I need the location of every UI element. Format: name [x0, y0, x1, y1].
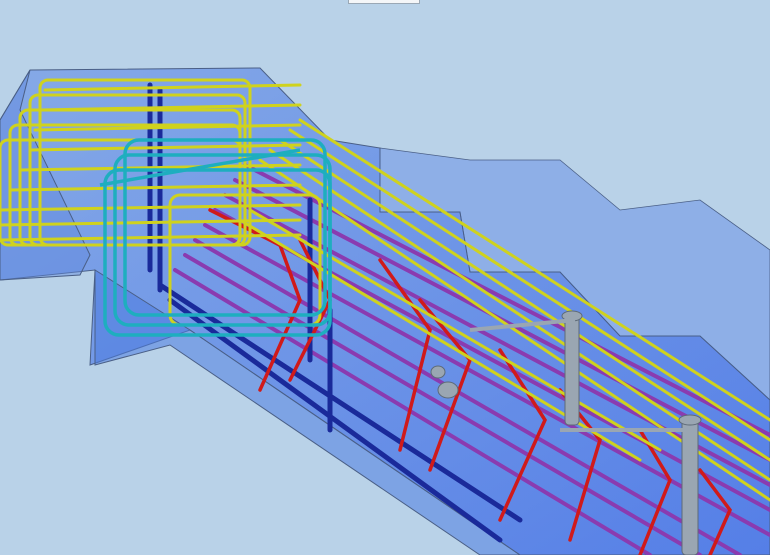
- 3d-viewport[interactable]: [0, 0, 770, 555]
- viewport-tab[interactable]: [348, 0, 420, 4]
- rebar-model-canvas: [0, 67, 770, 555]
